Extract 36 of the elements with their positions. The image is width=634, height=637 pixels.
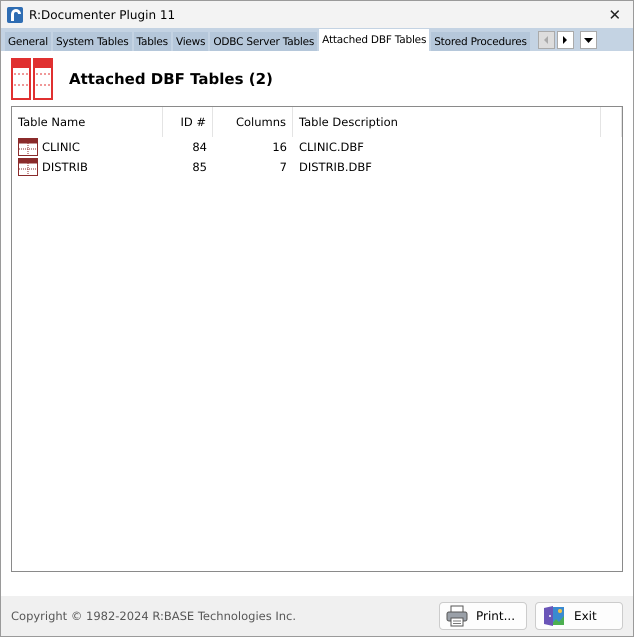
table-icon: [18, 138, 38, 156]
tables-icon: [11, 58, 53, 100]
dropdown-button[interactable]: [580, 31, 597, 49]
table-cell: 84: [192, 140, 207, 154]
table-cell: DISTRIB: [42, 160, 88, 174]
tab[interactable]: System Tables: [52, 32, 132, 51]
copyright-text: Copyright © 1982-2024 R:BASE Technologies Inc.: [11, 609, 298, 623]
column-header[interactable]: ID #: [163, 107, 213, 137]
right-arrow-icon: [562, 36, 568, 44]
tab[interactable]: General: [5, 32, 51, 51]
tab[interactable]: Views: [172, 32, 208, 51]
left-arrow-icon: [543, 36, 550, 44]
table-cell: DISTRIB.DBF: [299, 160, 372, 174]
scroll-right-button[interactable]: [556, 31, 574, 49]
column-header[interactable]: Table Description: [293, 107, 601, 137]
tab[interactable]: Tables: [134, 32, 171, 51]
tab[interactable]: Attached DBF Tables: [319, 29, 430, 51]
print-button[interactable]: Print...: [439, 602, 527, 630]
column-header[interactable]: Table Name: [12, 107, 163, 137]
window-title: R:Documenter Plugin 11: [29, 8, 176, 22]
tab[interactable]: ODBC Server Tables: [210, 32, 318, 51]
table-cell: CLINIC: [42, 140, 80, 154]
tab[interactable]: Stored Procedures: [431, 32, 530, 51]
exit-button[interactable]: Exit: [535, 602, 623, 630]
printer-icon: [446, 605, 468, 627]
table-icon: [18, 158, 38, 176]
table-cell: 16: [272, 140, 287, 154]
caret-icon: [584, 38, 593, 42]
table-cell: CLINIC.DBF: [299, 140, 364, 154]
column-header[interactable]: Columns: [213, 107, 293, 137]
close-button[interactable]: ✕: [603, 2, 627, 26]
door-icon: [542, 605, 566, 627]
section-heading: Attached DBF Tables (2): [69, 70, 273, 88]
app-icon: [7, 6, 23, 22]
table-cell: 85: [192, 160, 207, 174]
table-cell: 7: [280, 160, 287, 174]
